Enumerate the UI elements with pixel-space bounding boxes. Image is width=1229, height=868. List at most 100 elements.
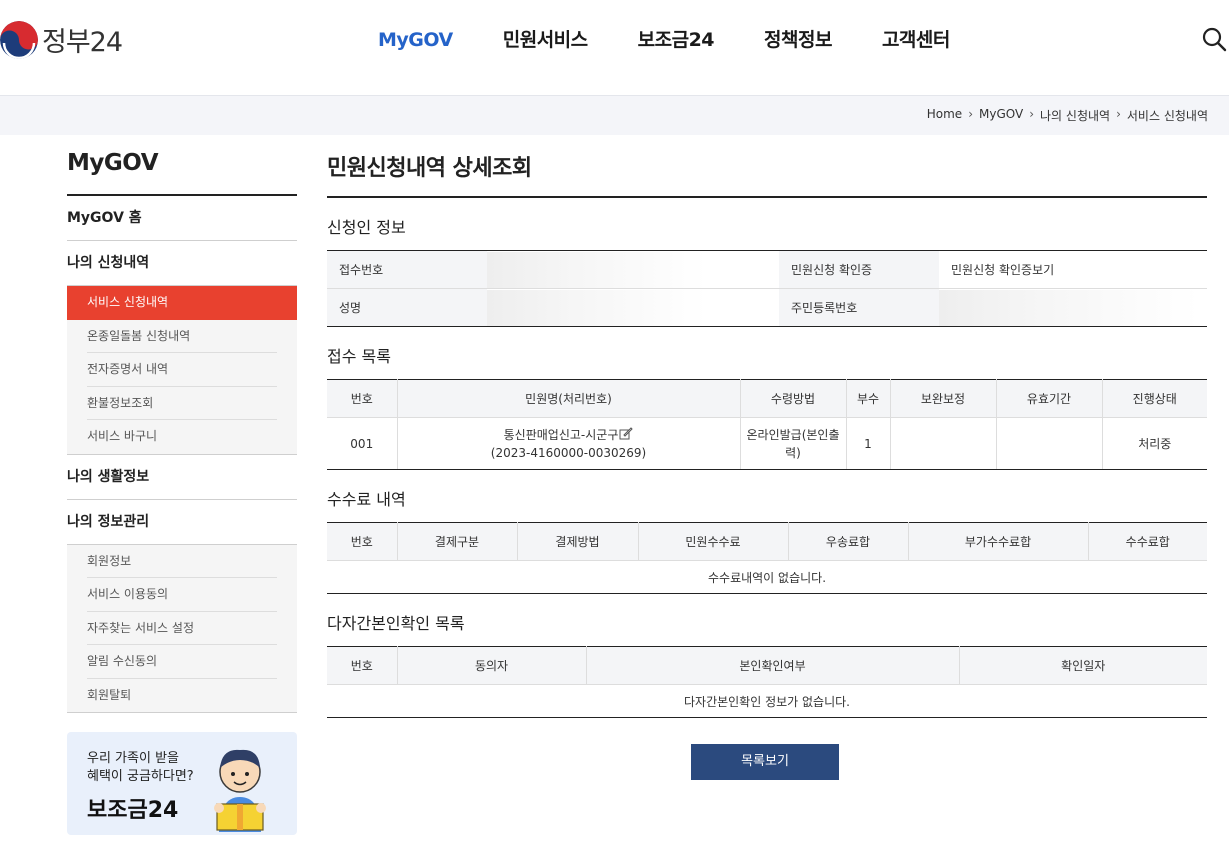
table-row: 접수번호 민원신청 확인증 민원신청 확인증보기 [327, 250, 1207, 289]
sidebar-item-favorite-services[interactable]: 자주찾는 서비스 설정 [87, 612, 277, 645]
cert-label: 민원신청 확인증 [779, 250, 939, 289]
name-value [487, 288, 779, 327]
fees-table: 번호 결제구분 결제방법 민원수수료 우송료합 부가수수료합 수수료합 수수료내… [327, 522, 1207, 594]
edit-icon[interactable] [618, 426, 634, 442]
breadcrumb: Home › MyGOV › 나의 신청내역 › 서비스 신청내역 [927, 107, 1208, 124]
col-header: 부가수수료합 [907, 522, 1088, 561]
breadcrumb-service-applications[interactable]: 서비스 신청내역 [1127, 107, 1208, 124]
banner-character-icon [214, 749, 266, 832]
breadcrumb-applications[interactable]: 나의 신청내역 [1040, 107, 1110, 124]
sidebar-item-service-basket[interactable]: 서비스 바구니 [87, 420, 277, 454]
multi-verify-table: 번호 동의자 본인확인여부 확인일자 다자간본인확인 정보가 없습니다. [327, 646, 1207, 718]
site-logo[interactable]: 정부24 [0, 20, 123, 59]
site-header: 정부24 MyGOV 민원서비스 보조금24 정책정보 고객센터 [0, 0, 1229, 94]
banner-text: 우리 가족이 받을 혜택이 궁금하다면? [87, 751, 194, 784]
table-header-row: 번호 결제구분 결제방법 민원수수료 우송료합 부가수수료합 수수료합 [327, 522, 1207, 561]
list-view-button[interactable]: 목록보기 [691, 744, 839, 780]
rrn-label: 주민등록번호 [779, 288, 939, 327]
col-header: 수수료합 [1087, 522, 1207, 561]
table-row: 성명 주민등록번호 [327, 288, 1207, 327]
receipt-number-value [487, 250, 779, 289]
nav-subsidy24[interactable]: 보조금24 [638, 26, 715, 54]
masked-value [487, 289, 707, 326]
col-header: 번호 [327, 522, 397, 561]
page-title: 민원신청내역 상세조회 [327, 150, 1207, 198]
col-header: 보완보정 [889, 379, 996, 418]
copies: 1 [845, 417, 890, 470]
col-header: 번호 [327, 379, 397, 418]
col-header: 민원명(처리번호) [396, 379, 740, 418]
col-header: 결제구분 [396, 522, 517, 561]
receipt-number-label: 접수번호 [327, 250, 487, 289]
petition-name-link[interactable]: 통신판매업신고-시군구 [504, 428, 619, 442]
table-header-row: 번호 민원명(처리번호) 수령방법 부수 보완보정 유효기간 진행상태 [327, 379, 1207, 418]
col-header: 수령방법 [739, 379, 846, 418]
chevron-right-icon: › [1029, 107, 1035, 121]
col-header: 본인확인여부 [585, 646, 959, 685]
taegeuk-logo-icon [0, 20, 38, 59]
section-title-applicant: 신청인 정보 [327, 218, 406, 237]
sidebar-group-applications[interactable]: 나의 신청내역 [67, 241, 297, 286]
sidebar-item-withdraw[interactable]: 회원탈퇴 [87, 679, 277, 713]
sidebar-group-life-info[interactable]: 나의 생활정보 [67, 455, 297, 500]
nav-mygov[interactable]: MyGOV [378, 26, 453, 54]
sidebar-item-service-consent[interactable]: 서비스 이용동의 [87, 578, 277, 612]
breadcrumb-bar: Home › MyGOV › 나의 신청내역 › 서비스 신청내역 [0, 95, 1229, 135]
sidebar-item-service-applications[interactable]: 서비스 신청내역 [67, 286, 297, 320]
table-row: 001 통신판매업신고-시군구 (2023-4160000-0030269) 온… [327, 417, 1207, 470]
table-row: 다자간본인확인 정보가 없습니다. [327, 684, 1207, 718]
multi-empty-message: 다자간본인확인 정보가 없습니다. [327, 684, 1207, 718]
masked-value [487, 251, 707, 288]
masked-value [939, 289, 1199, 326]
fees-empty-message: 수수료내역이 없습니다. [327, 560, 1207, 594]
nav-customer-center[interactable]: 고객센터 [882, 26, 950, 54]
row-number: 001 [327, 417, 397, 470]
cert-view-link[interactable]: 민원신청 확인증보기 [939, 250, 1207, 289]
supplement [889, 417, 996, 470]
chevron-right-icon: › [1116, 107, 1121, 121]
name-label: 성명 [327, 288, 487, 327]
col-header: 유효기간 [995, 379, 1102, 418]
validity [995, 417, 1102, 470]
col-header: 동의자 [396, 646, 586, 685]
col-header: 민원수수료 [637, 522, 788, 561]
table-row: 수수료내역이 없습니다. [327, 560, 1207, 594]
col-header: 진행상태 [1101, 379, 1207, 418]
nav-policy-info[interactable]: 정책정보 [764, 26, 832, 54]
sidebar-item-e-certificates[interactable]: 전자증명서 내역 [87, 353, 277, 387]
sidebar: MyGOV MyGOV 홈 나의 신청내역 서비스 신청내역 온종일돌봄 신청내… [67, 150, 297, 713]
section-title-multi-verify: 다자간본인확인 목록 [327, 614, 465, 633]
breadcrumb-home[interactable]: Home [927, 107, 962, 124]
sidebar-item-member-info[interactable]: 회원정보 [87, 545, 277, 578]
rrn-value [939, 288, 1207, 327]
nav-civil-service[interactable]: 민원서비스 [503, 26, 588, 54]
logo-text: 정부24 [42, 27, 123, 58]
subsidy24-banner[interactable]: 우리 가족이 받을 혜택이 궁금하다면? 보조금24 [67, 732, 297, 835]
search-icon[interactable] [1201, 26, 1229, 54]
main-nav: MyGOV 민원서비스 보조금24 정책정보 고객센터 [378, 26, 1000, 54]
table-header-row: 번호 동의자 본인확인여부 확인일자 [327, 646, 1207, 685]
col-header: 결제방법 [516, 522, 638, 561]
receive-method: 온라인발급(본인출력) [739, 417, 846, 470]
sidebar-submenu-my-info: 회원정보 서비스 이용동의 자주찾는 서비스 설정 알림 수신동의 회원탈퇴 [67, 544, 297, 713]
chevron-right-icon: › [968, 107, 973, 121]
breadcrumb-mygov[interactable]: MyGOV [979, 107, 1023, 124]
section-title-receipt-list: 접수 목록 [327, 347, 391, 366]
receipt-list-table: 번호 민원명(처리번호) 수령방법 부수 보완보정 유효기간 진행상태 001 … [327, 379, 1207, 470]
sidebar-item-refund-info[interactable]: 환불정보조회 [87, 387, 277, 420]
sidebar-item-notification-consent[interactable]: 알림 수신동의 [87, 645, 277, 679]
banner-title: 보조금24 [87, 798, 179, 823]
status: 처리중 [1101, 417, 1207, 470]
sidebar-item-care-applications[interactable]: 온종일돌봄 신청내역 [87, 320, 277, 353]
process-number: (2023-4160000-0030269) [490, 445, 647, 460]
main-content: 민원신청내역 상세조회 신청인 정보 접수번호 민원신청 확인증 민원신청 확인… [327, 150, 1207, 718]
sidebar-title: MyGOV [67, 150, 297, 196]
sidebar-item-mygov-home[interactable]: MyGOV 홈 [67, 196, 297, 241]
sidebar-group-my-info[interactable]: 나의 정보관리 [67, 500, 297, 545]
col-header: 부수 [845, 379, 890, 418]
applicant-info-table: 접수번호 민원신청 확인증 민원신청 확인증보기 성명 주민등록번호 [327, 250, 1207, 327]
col-header: 우송료합 [787, 522, 908, 561]
section-title-fees: 수수료 내역 [327, 490, 406, 509]
col-header: 확인일자 [958, 646, 1207, 685]
petition-name-cell: 통신판매업신고-시군구 (2023-4160000-0030269) [396, 417, 740, 470]
